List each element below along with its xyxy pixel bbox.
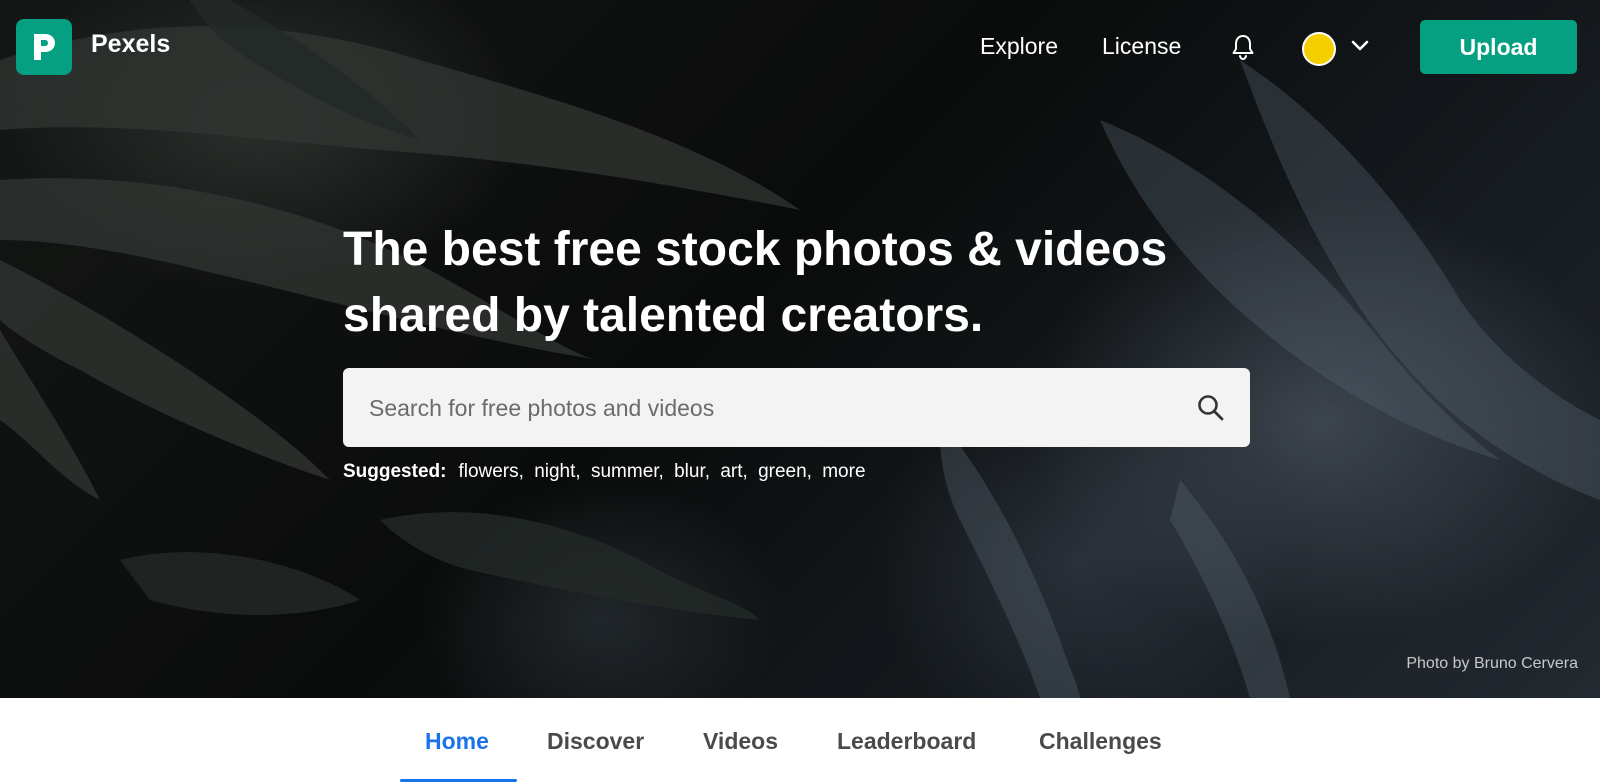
active-tab-indicator xyxy=(400,779,517,782)
suggested-tag-art[interactable]: art xyxy=(720,461,742,482)
headline-line-1: The best free stock photos & videos xyxy=(343,223,1168,276)
suggested-tag-more[interactable]: more xyxy=(822,461,865,482)
tab-discover[interactable]: Discover xyxy=(547,728,644,755)
nav-explore[interactable]: Explore xyxy=(980,33,1058,60)
hero-headline: The best free stock photos & videos shar… xyxy=(343,217,1243,349)
user-avatar[interactable] xyxy=(1302,32,1336,66)
hero-section: Pexels Explore License Upload The best f… xyxy=(0,0,1600,698)
suggested-tag-blur[interactable]: blur xyxy=(674,461,705,482)
nav-license[interactable]: License xyxy=(1102,33,1181,60)
suggested-searches: Suggested: flowers, night, summer, blur,… xyxy=(343,461,866,483)
tag-separator: , xyxy=(658,461,664,482)
headline-line-2: shared by talented creators. xyxy=(343,289,984,342)
upload-button[interactable]: Upload xyxy=(1420,20,1577,74)
bell-icon[interactable] xyxy=(1229,33,1257,61)
pexels-logo[interactable] xyxy=(16,19,72,75)
suggested-tag-flowers[interactable]: flowers xyxy=(458,461,518,482)
tag-separator: , xyxy=(575,461,581,482)
suggested-tag-summer[interactable]: summer xyxy=(591,461,659,482)
tab-leaderboard[interactable]: Leaderboard xyxy=(837,728,976,755)
main-tabs: Home Discover Videos Leaderboard Challen… xyxy=(0,698,1600,783)
top-navbar: Pexels Explore License Upload xyxy=(0,0,1600,94)
hero-shade xyxy=(0,0,1600,698)
chevron-down-icon[interactable] xyxy=(1350,38,1370,54)
photo-credit[interactable]: Photo by Bruno Cervera xyxy=(1406,655,1578,673)
search-icon[interactable] xyxy=(1195,392,1227,424)
suggested-tag-night[interactable]: night xyxy=(534,461,575,482)
tag-separator: , xyxy=(806,461,812,482)
tab-home[interactable]: Home xyxy=(425,728,489,755)
search-bar xyxy=(343,368,1250,449)
pexels-logo-icon xyxy=(34,34,55,60)
tab-videos[interactable]: Videos xyxy=(703,728,778,755)
brand-name[interactable]: Pexels xyxy=(91,30,170,59)
suggested-tags: flowers, night, summer, blur, art, green… xyxy=(458,461,865,483)
tab-challenges[interactable]: Challenges xyxy=(1039,728,1162,755)
tag-separator: , xyxy=(704,461,711,482)
tag-separator: , xyxy=(742,461,748,482)
suggested-tag-green[interactable]: green xyxy=(758,461,807,482)
tag-separator: , xyxy=(518,461,524,482)
suggested-label: Suggested: xyxy=(343,461,447,482)
search-input[interactable] xyxy=(367,368,1151,449)
